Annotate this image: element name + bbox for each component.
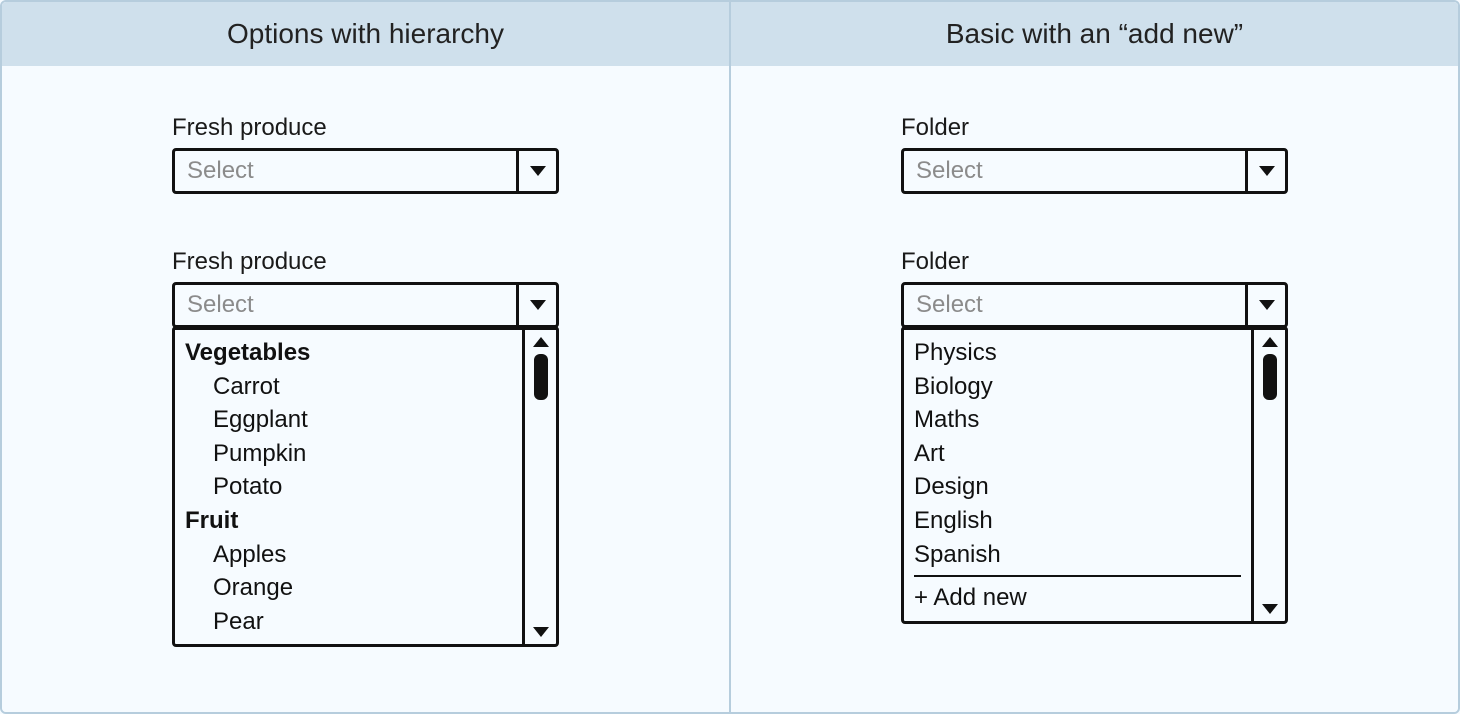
select-placeholder: Select — [175, 285, 516, 325]
field-fresh-produce-closed: Fresh produce Select — [172, 114, 559, 194]
option-spanish[interactable]: Spanish — [914, 538, 1241, 572]
layout-container: Options with hierarchy Fresh produce Sel… — [0, 0, 1460, 714]
dropdown-hierarchy: Vegetables Carrot Eggplant Pumpkin Potat… — [172, 326, 559, 647]
scroll-thumb[interactable] — [534, 354, 548, 400]
chevron-down-icon — [1245, 285, 1285, 325]
panel-hierarchy-title: Options with hierarchy — [2, 2, 729, 66]
field-label-folder-1: Folder — [901, 114, 1288, 142]
dropdown-content: Vegetables Carrot Eggplant Pumpkin Potat… — [175, 330, 522, 644]
scroll-up-icon[interactable] — [1254, 332, 1285, 352]
scroll-track[interactable] — [1254, 352, 1285, 599]
dropdown-content: Physics Biology Maths Art Design English… — [904, 330, 1251, 621]
option-eggplant[interactable]: Eggplant — [185, 403, 512, 437]
panel-add-new: Basic with an “add new” Folder Select Fo… — [731, 2, 1458, 712]
option-english[interactable]: English — [914, 504, 1241, 538]
chevron-down-icon — [516, 285, 556, 325]
dropdown-folder: Physics Biology Maths Art Design English… — [901, 326, 1288, 624]
option-apples[interactable]: Apples — [185, 538, 512, 572]
field-label-fresh-produce-1: Fresh produce — [172, 114, 559, 142]
select-fresh-produce-closed[interactable]: Select — [172, 148, 559, 194]
scroll-down-icon[interactable] — [525, 622, 556, 642]
option-orange[interactable]: Orange — [185, 571, 512, 605]
chevron-down-icon — [516, 151, 556, 191]
scroll-track[interactable] — [525, 352, 556, 622]
field-fresh-produce-open: Fresh produce Select Vegetables Carrot E… — [172, 248, 559, 647]
panel-hierarchy-body: Fresh produce Select Fresh produce Selec… — [2, 66, 729, 712]
select-folder-open[interactable]: Select — [901, 282, 1288, 328]
select-folder-closed[interactable]: Select — [901, 148, 1288, 194]
chevron-down-icon — [1245, 151, 1285, 191]
scrollbar[interactable] — [522, 330, 556, 644]
scroll-thumb[interactable] — [1263, 354, 1277, 400]
option-carrot[interactable]: Carrot — [185, 370, 512, 404]
option-physics[interactable]: Physics — [914, 336, 1241, 370]
select-placeholder: Select — [175, 151, 516, 191]
panel-hierarchy: Options with hierarchy Fresh produce Sel… — [2, 2, 731, 712]
scroll-down-icon[interactable] — [1254, 599, 1285, 619]
select-fresh-produce-open[interactable]: Select — [172, 282, 559, 328]
field-label-fresh-produce-2: Fresh produce — [172, 248, 559, 276]
add-new-option[interactable]: + Add new — [914, 575, 1241, 615]
select-placeholder: Select — [904, 285, 1245, 325]
option-pear[interactable]: Pear — [185, 605, 512, 639]
panel-add-new-body: Folder Select Folder Select Physics Biol… — [731, 66, 1458, 712]
select-placeholder: Select — [904, 151, 1245, 191]
option-design[interactable]: Design — [914, 470, 1241, 504]
option-potato[interactable]: Potato — [185, 470, 512, 504]
field-folder-open: Folder Select Physics Biology Maths Art … — [901, 248, 1288, 624]
field-label-folder-2: Folder — [901, 248, 1288, 276]
panel-add-new-title: Basic with an “add new” — [731, 2, 1458, 66]
field-folder-closed: Folder Select — [901, 114, 1288, 194]
option-pumpkin[interactable]: Pumpkin — [185, 437, 512, 471]
option-art[interactable]: Art — [914, 437, 1241, 471]
option-maths[interactable]: Maths — [914, 403, 1241, 437]
option-biology[interactable]: Biology — [914, 370, 1241, 404]
group-fruit: Fruit — [185, 504, 512, 538]
group-vegetables: Vegetables — [185, 336, 512, 370]
scrollbar[interactable] — [1251, 330, 1285, 621]
scroll-up-icon[interactable] — [525, 332, 556, 352]
